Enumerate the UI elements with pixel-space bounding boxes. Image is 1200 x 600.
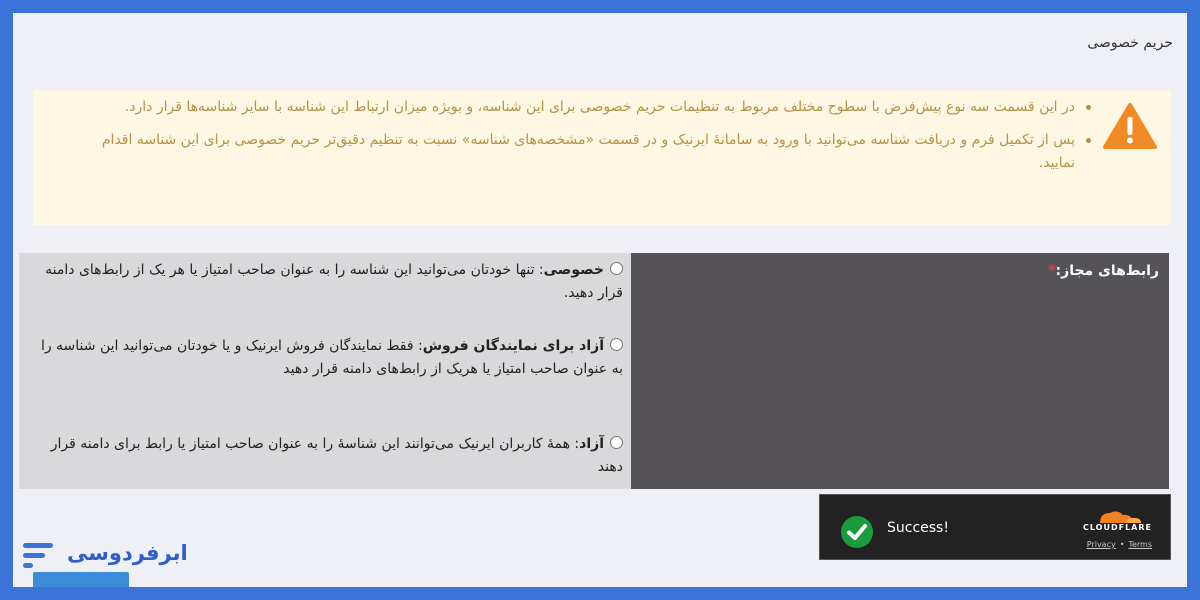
permissions-row: رابط‌های مجاز:* خصوصی: تنها خودتان می‌تو… (19, 253, 1169, 489)
radio-private[interactable] (610, 262, 623, 275)
permissions-label-cell: رابط‌های مجاز:* (631, 253, 1169, 489)
option-private-title: خصوصی (543, 262, 604, 278)
radio-public[interactable] (610, 436, 623, 449)
option-private[interactable]: خصوصی: تنها خودتان می‌توانید این شناسه ر… (33, 259, 623, 305)
option-public-title: آزاد (579, 436, 604, 452)
permissions-options: خصوصی: تنها خودتان می‌توانید این شناسه ر… (19, 253, 631, 489)
cloudflare-links: Privacy • Terms (1087, 540, 1152, 549)
privacy-notice: در این قسمت سه نوع پیش‌فرض با سطوح مختلف… (33, 90, 1171, 225)
permissions-label: رابط‌های مجاز:* (1048, 263, 1159, 279)
terms-link[interactable]: Terms (1128, 540, 1152, 549)
option-private-desc: : تنها خودتان می‌توانید این شناسه را به … (45, 262, 623, 301)
submit-button[interactable] (33, 572, 129, 587)
permissions-label-text: رابط‌های مجاز: (1055, 263, 1159, 279)
option-resellers-title: آزاد برای نمایندگان فروش (422, 338, 604, 354)
option-resellers[interactable]: آزاد برای نمایندگان فروش: فقط نمایندگان … (33, 335, 623, 381)
cloudflare-turnstile[interactable]: Success! CLOUDFLARE Privacy • Terms (819, 494, 1171, 560)
notice-list: در این قسمت سه نوع پیش‌فرض با سطوح مختلف… (69, 96, 1091, 185)
option-public[interactable]: آزاد: همهٔ کاربران ایرنیک می‌توانند این … (33, 433, 623, 479)
success-check-icon (841, 516, 873, 548)
links-separator: • (1119, 540, 1125, 549)
registration-form-page: حریم خصوصی در این قسمت سه نوع پیش‌فرض با… (13, 13, 1187, 587)
brand-logo-icon (23, 543, 57, 573)
abrferdowsi-watermark: ابرفردوسی (23, 539, 188, 575)
privacy-link[interactable]: Privacy (1087, 540, 1116, 549)
cloudflare-brand: CLOUDFLARE (1083, 523, 1152, 532)
notice-item: در این قسمت سه نوع پیش‌فرض با سطوح مختلف… (69, 96, 1091, 119)
radio-resellers[interactable] (610, 338, 623, 351)
warning-icon (1103, 103, 1157, 149)
captcha-status: Success! (887, 520, 949, 536)
option-public-desc: : همهٔ کاربران ایرنیک می‌توانند این شناس… (50, 436, 623, 475)
required-mark: * (1048, 263, 1056, 279)
section-title: حریم خصوصی (1087, 35, 1173, 51)
notice-item: پس از تکمیل فرم و دریافت شناسه می‌توانید… (69, 129, 1091, 175)
brand-name: ابرفردوسی (67, 541, 188, 565)
